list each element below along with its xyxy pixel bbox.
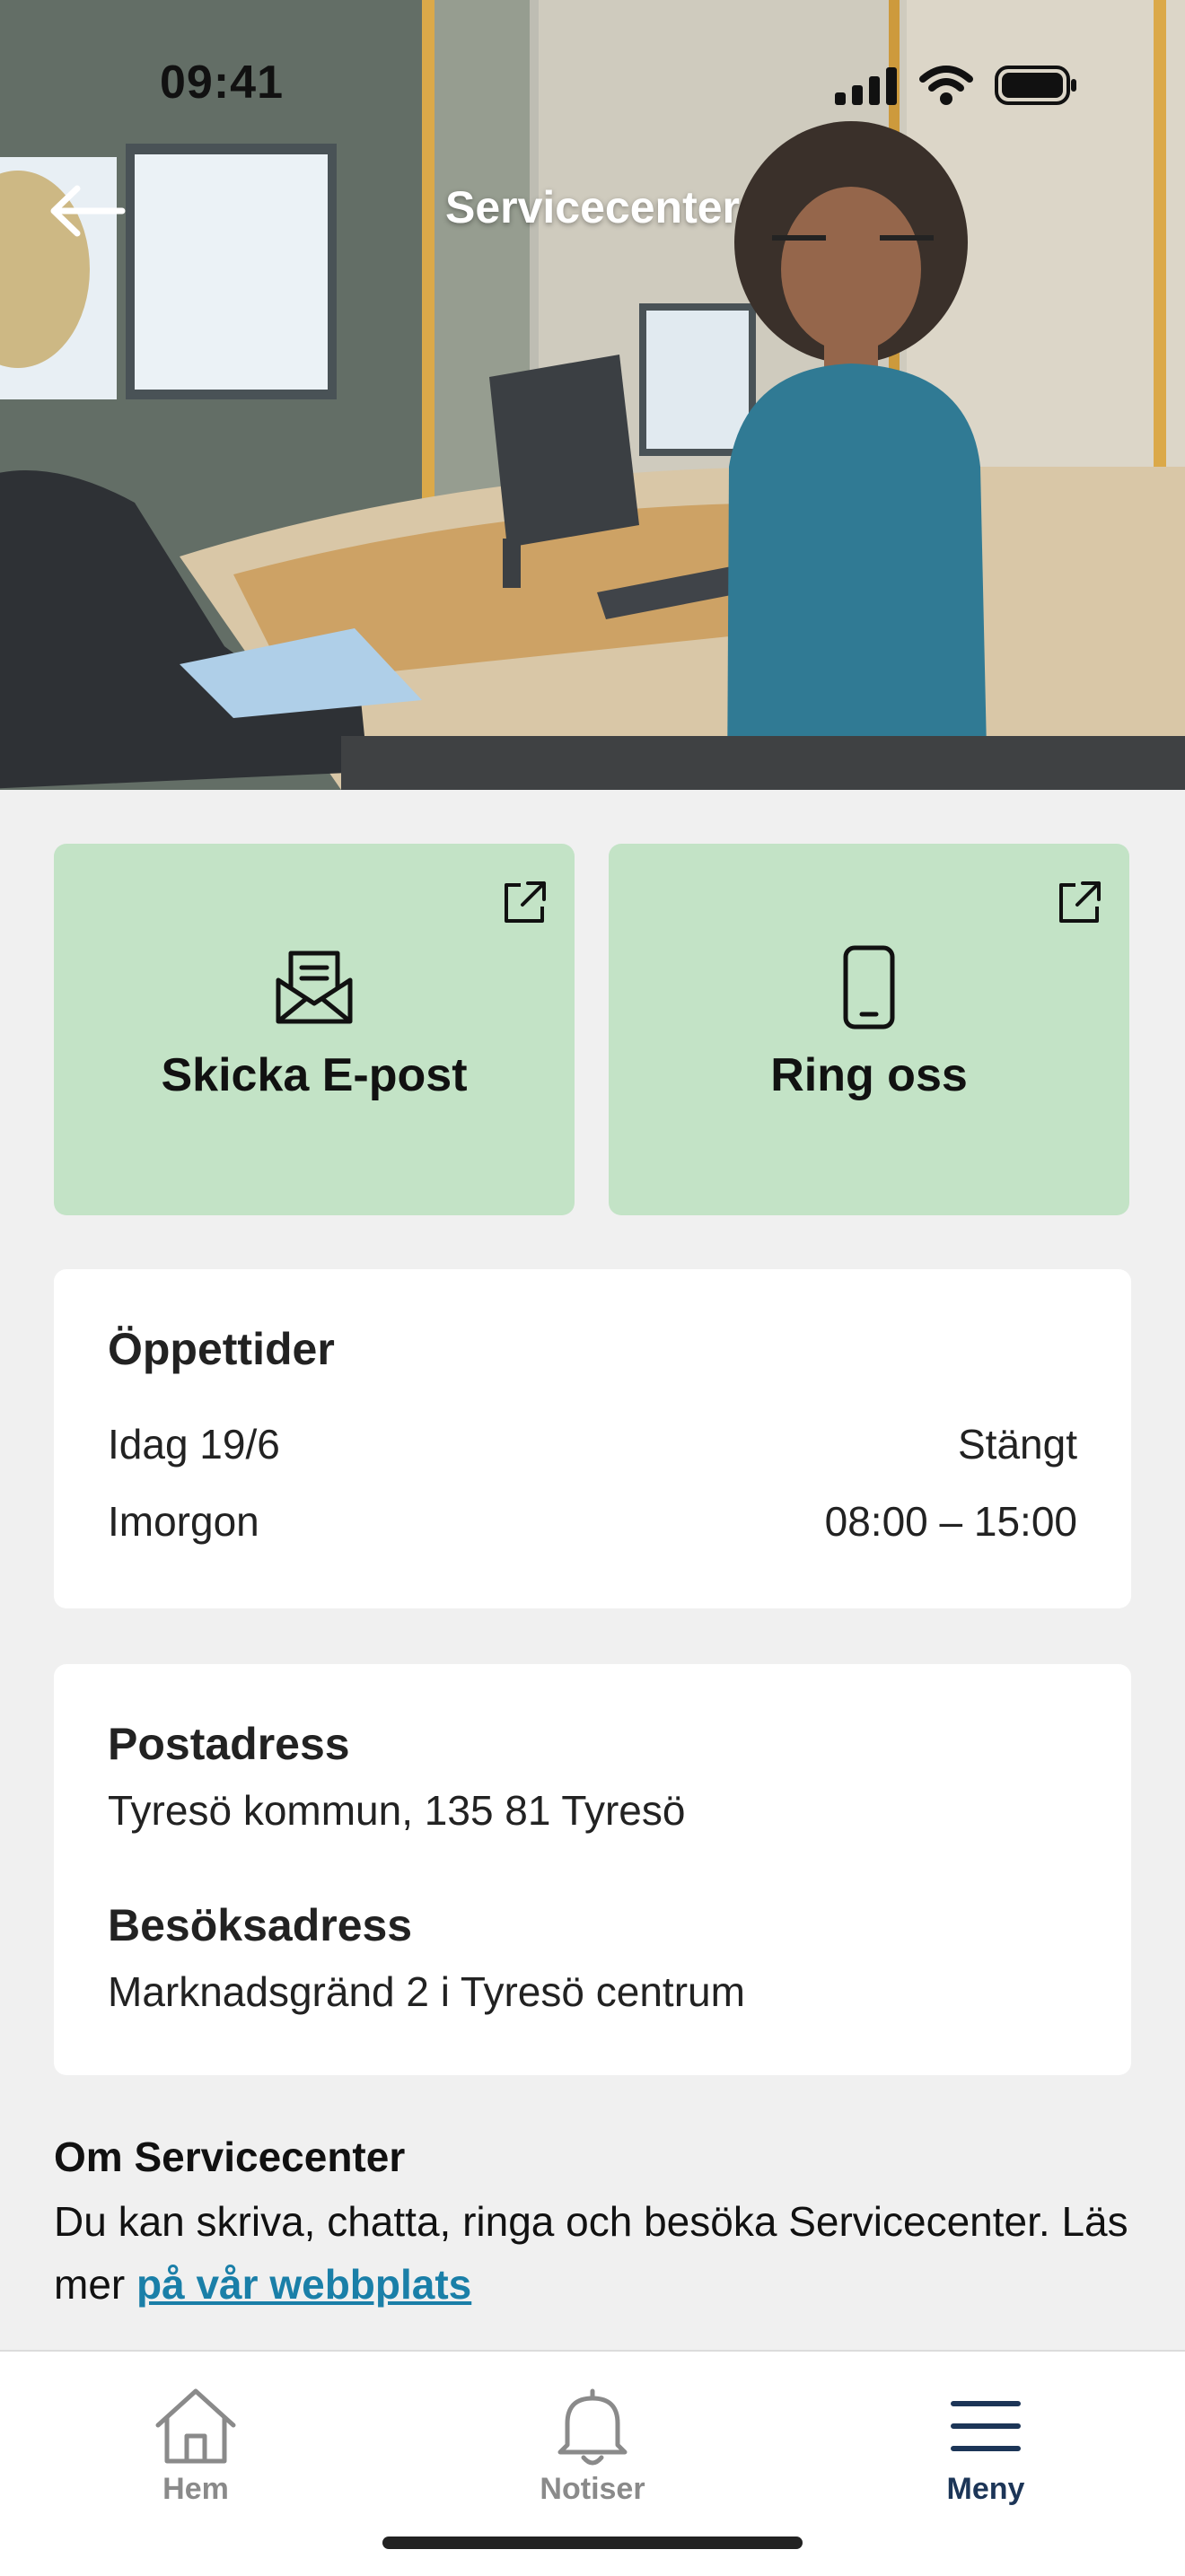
about-text: Du kan skriva, chatta, ringa och besöka … (54, 2190, 1131, 2316)
visit-address-value: Marknadsgränd 2 i Tyresö centrum (108, 1968, 745, 2015)
address-card: Postadress Tyresö kommun, 135 81 Tyresö … (54, 1664, 1131, 2075)
cellular-signal-icon (835, 67, 897, 105)
hamburger-menu-icon (951, 2401, 1021, 2451)
visit-address-heading: Besöksadress (108, 1900, 413, 1950)
hours-day-today: Idag 19/6 (108, 1421, 280, 1468)
tab-home[interactable]: Hem (88, 2386, 303, 2511)
send-email-button[interactable]: Skicka E-post (54, 844, 575, 1215)
bell-icon (557, 2388, 628, 2466)
tab-menu[interactable]: Meny (878, 2386, 1093, 2511)
status-icons (835, 65, 1077, 106)
status-bar: 09:41 (0, 0, 1185, 171)
tab-menu-label: Meny (946, 2472, 1025, 2506)
hours-time-tomorrow: 08:00 – 15:00 (824, 1498, 1077, 1545)
envelope-icon (276, 951, 353, 1024)
send-email-label: Skicka E-post (161, 1049, 468, 1101)
call-us-label: Ring oss (770, 1049, 968, 1101)
hours-time-today: Stängt (958, 1421, 1077, 1468)
tab-notifications[interactable]: Notiser (485, 2386, 700, 2511)
external-link-icon (1059, 881, 1101, 923)
postal-address-heading: Postadress (108, 1719, 350, 1769)
navigation-bar: Servicecenter (0, 171, 1185, 251)
status-time: 09:41 (160, 57, 284, 109)
call-us-button[interactable]: Ring oss (609, 844, 1129, 1215)
opening-hours-card: Öppettider Idag 19/6 Stängt Imorgon 08:0… (54, 1269, 1131, 1608)
home-icon (155, 2388, 236, 2464)
hero-photo: 09:41 Servicecenter (0, 0, 1185, 790)
external-link-icon (505, 881, 546, 923)
postal-address-value: Tyresö kommun, 135 81 Tyresö (108, 1787, 686, 1834)
battery-icon (995, 66, 1076, 105)
phone-icon (843, 945, 895, 1030)
wifi-icon (919, 66, 973, 105)
tab-home-label: Hem (162, 2472, 229, 2506)
hours-day-tomorrow: Imorgon (108, 1498, 259, 1545)
website-link[interactable]: på vår webbplats (136, 2261, 471, 2308)
home-indicator (382, 2537, 803, 2549)
tab-notifications-label: Notiser (540, 2472, 645, 2506)
opening-hours-heading: Öppettider (108, 1324, 335, 1374)
page-title: Servicecenter (444, 182, 740, 232)
about-heading: Om Servicecenter (54, 2134, 406, 2180)
